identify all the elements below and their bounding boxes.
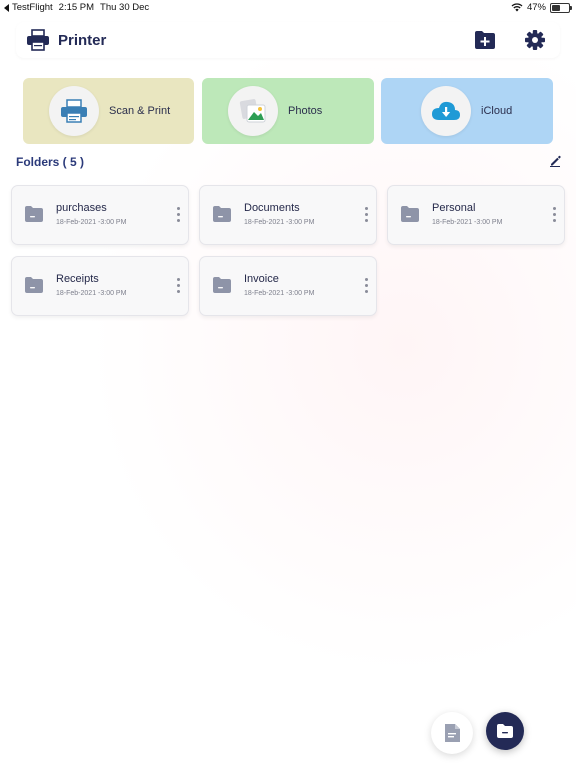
- folder-date: 18-Feb-2021 -3:00 PM: [244, 219, 315, 226]
- document-icon: [445, 724, 460, 742]
- folder-icon: [497, 724, 513, 738]
- folder-more-options-icon[interactable]: [364, 278, 368, 294]
- folder-more-options-icon[interactable]: [364, 207, 368, 223]
- wifi-icon: [511, 3, 523, 12]
- folder-name: Invoice: [244, 273, 279, 285]
- new-folder-button[interactable]: [486, 712, 524, 750]
- folder-icon: [25, 206, 43, 222]
- folder-card-invoice[interactable]: Invoice 18-Feb-2021 -3:00 PM: [199, 256, 377, 316]
- folders-heading: Folders ( 5 ): [16, 155, 85, 169]
- settings-gear-button[interactable]: [524, 29, 546, 51]
- edit-folders-button[interactable]: [549, 155, 561, 167]
- cloud-download-icon: [432, 101, 460, 120]
- folder-name: Receipts: [56, 273, 99, 285]
- printer-icon: [61, 99, 87, 123]
- icloud-label: iCloud: [481, 105, 513, 117]
- status-bar: TestFlight 2:15 PM Thu 30 Dec 47%: [0, 0, 576, 16]
- folder-more-options-icon[interactable]: [176, 207, 180, 223]
- folder-name: Documents: [244, 202, 300, 214]
- photos-tile[interactable]: Photos: [202, 78, 374, 144]
- new-document-button[interactable]: [431, 712, 473, 754]
- status-date: Thu 30 Dec: [100, 2, 150, 13]
- status-time: 2:15 PM: [58, 2, 95, 13]
- folder-card-receipts[interactable]: Receipts 18-Feb-2021 -3:00 PM: [11, 256, 189, 316]
- folder-date: 18-Feb-2021 -3:00 PM: [244, 290, 315, 297]
- folder-name: purchases: [56, 202, 107, 214]
- folder-name: Personal: [432, 202, 476, 214]
- folder-card-purchases[interactable]: purchases 18-Feb-2021 -3:00 PM: [11, 185, 189, 245]
- battery-icon: [550, 2, 572, 13]
- icloud-tile[interactable]: iCloud: [381, 78, 553, 144]
- folder-icon: [213, 206, 231, 222]
- folder-icon: [401, 206, 419, 222]
- icloud-icon-circle: [421, 86, 471, 136]
- folder-more-options-icon[interactable]: [552, 207, 556, 223]
- folder-card-documents[interactable]: Documents 18-Feb-2021 -3:00 PM: [199, 185, 377, 245]
- folder-date: 18-Feb-2021 -3:00 PM: [56, 219, 127, 226]
- battery-percent: 47%: [526, 2, 546, 13]
- scan-print-tile[interactable]: Scan & Print: [23, 78, 194, 144]
- scan-print-label: Scan & Print: [109, 105, 171, 117]
- photos-label: Photos: [288, 105, 323, 117]
- back-to-app-link[interactable]: TestFlight: [4, 2, 53, 13]
- folder-icon: [25, 277, 43, 293]
- app-title: Printer: [58, 32, 107, 49]
- scan-print-icon-circle: [49, 86, 99, 136]
- back-app-label: TestFlight: [12, 2, 53, 13]
- printer-logo-icon: [27, 29, 49, 51]
- app-header: Printer: [16, 22, 560, 58]
- add-folder-button[interactable]: [474, 29, 496, 51]
- folder-date: 18-Feb-2021 -3:00 PM: [56, 290, 127, 297]
- folder-card-personal[interactable]: Personal 18-Feb-2021 -3:00 PM: [387, 185, 565, 245]
- photos-icon-circle: [228, 86, 278, 136]
- folder-more-options-icon[interactable]: [176, 278, 180, 294]
- folder-icon: [213, 277, 231, 293]
- back-arrow-icon: [4, 3, 9, 12]
- folder-date: 18-Feb-2021 -3:00 PM: [432, 219, 503, 226]
- photos-icon: [239, 99, 266, 123]
